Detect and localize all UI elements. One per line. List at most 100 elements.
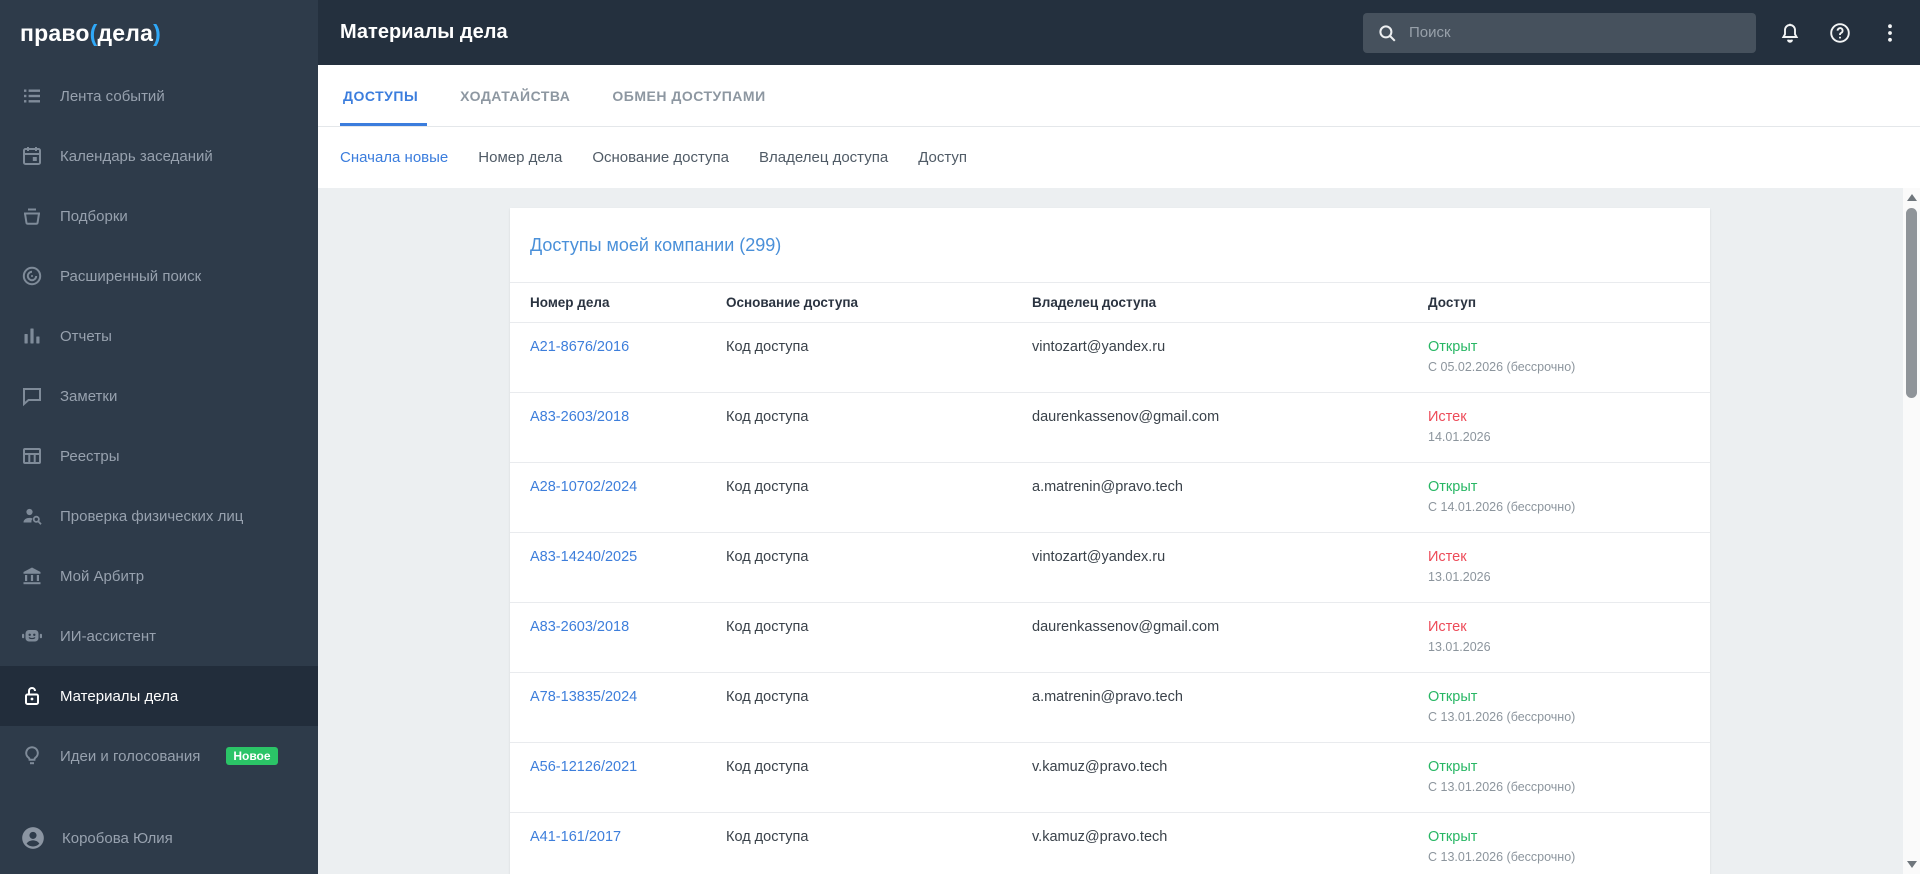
access-basis: Код доступа bbox=[726, 409, 809, 425]
access-basis: Код доступа bbox=[726, 619, 809, 635]
accesses-card: Доступы моей компании (299) Номер дела О… bbox=[510, 208, 1710, 874]
sidebar-item-collections[interactable]: Подборки bbox=[0, 186, 318, 246]
note-icon bbox=[20, 384, 44, 408]
logo-text: право bbox=[20, 19, 90, 46]
logo-paren-open: ( bbox=[89, 19, 98, 46]
sidebar-item-feed[interactable]: Лента событий bbox=[0, 66, 318, 126]
sidebar-item-calendar[interactable]: Календарь заседаний bbox=[0, 126, 318, 186]
sidebar-item-notes[interactable]: Заметки bbox=[0, 366, 318, 426]
sidebar-item-ideas[interactable]: Идеи и голосования Новое bbox=[0, 726, 318, 786]
table-row[interactable]: А28-10702/2024 Код доступа a.matrenin@pr… bbox=[510, 463, 1710, 533]
access-basis: Код доступа bbox=[726, 479, 809, 495]
access-basis: Код доступа bbox=[726, 689, 809, 705]
access-status: Открыт bbox=[1428, 759, 1478, 775]
table-body: А21-8676/2016 Код доступа vintozart@yand… bbox=[510, 323, 1710, 874]
access-date: С 13.01.2026 (бессрочно) bbox=[1428, 710, 1576, 724]
bell-icon[interactable] bbox=[1778, 21, 1802, 45]
sidebar-item-reports[interactable]: Отчеты bbox=[0, 306, 318, 366]
filter-case-number[interactable]: Номер дела bbox=[478, 149, 562, 166]
search-box bbox=[1363, 12, 1756, 53]
tabs-bar: ДОСТУПЫ ХОДАТАЙСТВА ОБМЕН ДОСТУПАМИ bbox=[318, 65, 1920, 127]
table-row[interactable]: А83-14240/2025 Код доступа vintozart@yan… bbox=[510, 533, 1710, 603]
vertical-scrollbar[interactable] bbox=[1903, 188, 1920, 874]
topbar: Материалы дела bbox=[318, 0, 1920, 65]
person-search-icon bbox=[20, 504, 44, 528]
case-number-link[interactable]: А56-12126/2021 bbox=[530, 759, 637, 775]
sidebar-item-ai-assistant[interactable]: ИИ-ассистент bbox=[0, 606, 318, 666]
access-owner: daurenkassenov@gmail.com bbox=[1032, 619, 1220, 635]
page-title: Материалы дела bbox=[340, 21, 508, 43]
case-number-link[interactable]: А78-13835/2024 bbox=[530, 689, 637, 705]
table-row[interactable]: А78-13835/2024 Код доступа a.matrenin@pr… bbox=[510, 673, 1710, 743]
sidebar-item-advanced-search[interactable]: Расширенный поиск bbox=[0, 246, 318, 306]
case-number-link[interactable]: А28-10702/2024 bbox=[530, 479, 637, 495]
tab-access-exchange[interactable]: ОБМЕН ДОСТУПАМИ bbox=[609, 65, 768, 126]
case-number-link[interactable]: А21-8676/2016 bbox=[530, 339, 629, 355]
filter-access-owner[interactable]: Владелец доступа bbox=[759, 149, 888, 166]
column-header-access: Доступ bbox=[1428, 295, 1476, 310]
sidebar-item-case-files[interactable]: Материалы дела bbox=[0, 666, 318, 726]
bar-chart-icon bbox=[20, 324, 44, 348]
search-input[interactable] bbox=[1363, 12, 1756, 53]
new-badge: Новое bbox=[226, 747, 278, 765]
access-status: Открыт bbox=[1428, 689, 1478, 705]
column-header-case: Номер дела bbox=[530, 295, 610, 310]
user-profile[interactable]: Коробова Юлия bbox=[0, 802, 318, 874]
access-owner: v.kamuz@pravo.tech bbox=[1032, 759, 1168, 775]
main-area: Материалы дела ДОСТУПЫ ХОДАТАЙСТВА ОБМЕН… bbox=[318, 0, 1920, 874]
access-owner: v.kamuz@pravo.tech bbox=[1032, 829, 1168, 845]
access-date: С 13.01.2026 (бессрочно) bbox=[1428, 780, 1576, 794]
case-number-link[interactable]: А83-2603/2018 bbox=[530, 619, 629, 635]
filter-access[interactable]: Доступ bbox=[918, 149, 967, 166]
access-basis: Код доступа bbox=[726, 829, 809, 845]
access-basis: Код доступа bbox=[726, 759, 809, 775]
filter-newest-first[interactable]: Сначала новые bbox=[340, 149, 448, 166]
scroll-up-arrow[interactable] bbox=[1906, 194, 1917, 201]
tab-accesses[interactable]: ДОСТУПЫ bbox=[340, 65, 428, 126]
access-basis: Код доступа bbox=[726, 339, 809, 355]
sidebar-item-my-arbitr[interactable]: Мой Арбитр bbox=[0, 546, 318, 606]
card-title: Доступы моей компании (299) bbox=[510, 208, 1710, 283]
table-row[interactable]: А83-2603/2018 Код доступа daurenkassenov… bbox=[510, 603, 1710, 673]
lock-open-icon bbox=[20, 684, 44, 708]
content-area: Доступы моей компании (299) Номер дела О… bbox=[318, 188, 1920, 874]
sidebar-item-person-check[interactable]: Проверка физических лиц bbox=[0, 486, 318, 546]
access-date: С 14.01.2026 (бессрочно) bbox=[1428, 500, 1576, 514]
search-icon bbox=[1376, 22, 1398, 44]
access-status: Истек bbox=[1428, 619, 1467, 635]
target-icon bbox=[20, 264, 44, 288]
scroll-down-arrow[interactable] bbox=[1906, 861, 1917, 868]
filter-access-basis[interactable]: Основание доступа bbox=[592, 149, 729, 166]
kebab-menu-icon[interactable] bbox=[1878, 21, 1902, 45]
table-row[interactable]: А83-2603/2018 Код доступа daurenkassenov… bbox=[510, 393, 1710, 463]
app-logo[interactable]: право(дела) bbox=[0, 0, 318, 66]
case-number-link[interactable]: А41-161/2017 bbox=[530, 829, 621, 845]
robot-icon bbox=[20, 624, 44, 648]
user-name: Коробова Юлия bbox=[62, 829, 173, 847]
sort-filter-bar: Сначала новые Номер дела Основание досту… bbox=[318, 127, 1920, 188]
feed-icon bbox=[20, 84, 44, 108]
bank-icon bbox=[20, 564, 44, 588]
table-row[interactable]: А41-161/2017 Код доступа v.kamuz@pravo.t… bbox=[510, 813, 1710, 874]
table-row[interactable]: А56-12126/2021 Код доступа v.kamuz@pravo… bbox=[510, 743, 1710, 813]
logo-paren-close: ) bbox=[153, 19, 161, 46]
access-owner: vintozart@yandex.ru bbox=[1032, 339, 1166, 355]
table-row[interactable]: А21-8676/2016 Код доступа vintozart@yand… bbox=[510, 323, 1710, 393]
sidebar-item-registries[interactable]: Реестры bbox=[0, 426, 318, 486]
basket-icon bbox=[20, 204, 44, 228]
access-status: Открыт bbox=[1428, 339, 1478, 355]
access-basis: Код доступа bbox=[726, 549, 809, 565]
case-number-link[interactable]: А83-14240/2025 bbox=[530, 549, 637, 565]
logo-text-accent: дела bbox=[97, 19, 154, 46]
case-number-link[interactable]: А83-2603/2018 bbox=[530, 409, 629, 425]
avatar-icon bbox=[20, 825, 46, 851]
tab-motions[interactable]: ХОДАТАЙСТВА bbox=[457, 65, 573, 126]
topbar-icons bbox=[1778, 21, 1902, 45]
help-icon[interactable] bbox=[1828, 21, 1852, 45]
access-status: Открыт bbox=[1428, 479, 1478, 495]
access-owner: a.matrenin@pravo.tech bbox=[1032, 479, 1183, 495]
column-header-basis: Основание доступа bbox=[726, 295, 859, 310]
access-date: 13.01.2026 bbox=[1428, 570, 1491, 584]
access-owner: a.matrenin@pravo.tech bbox=[1032, 689, 1183, 705]
scrollbar-thumb[interactable] bbox=[1906, 208, 1917, 398]
